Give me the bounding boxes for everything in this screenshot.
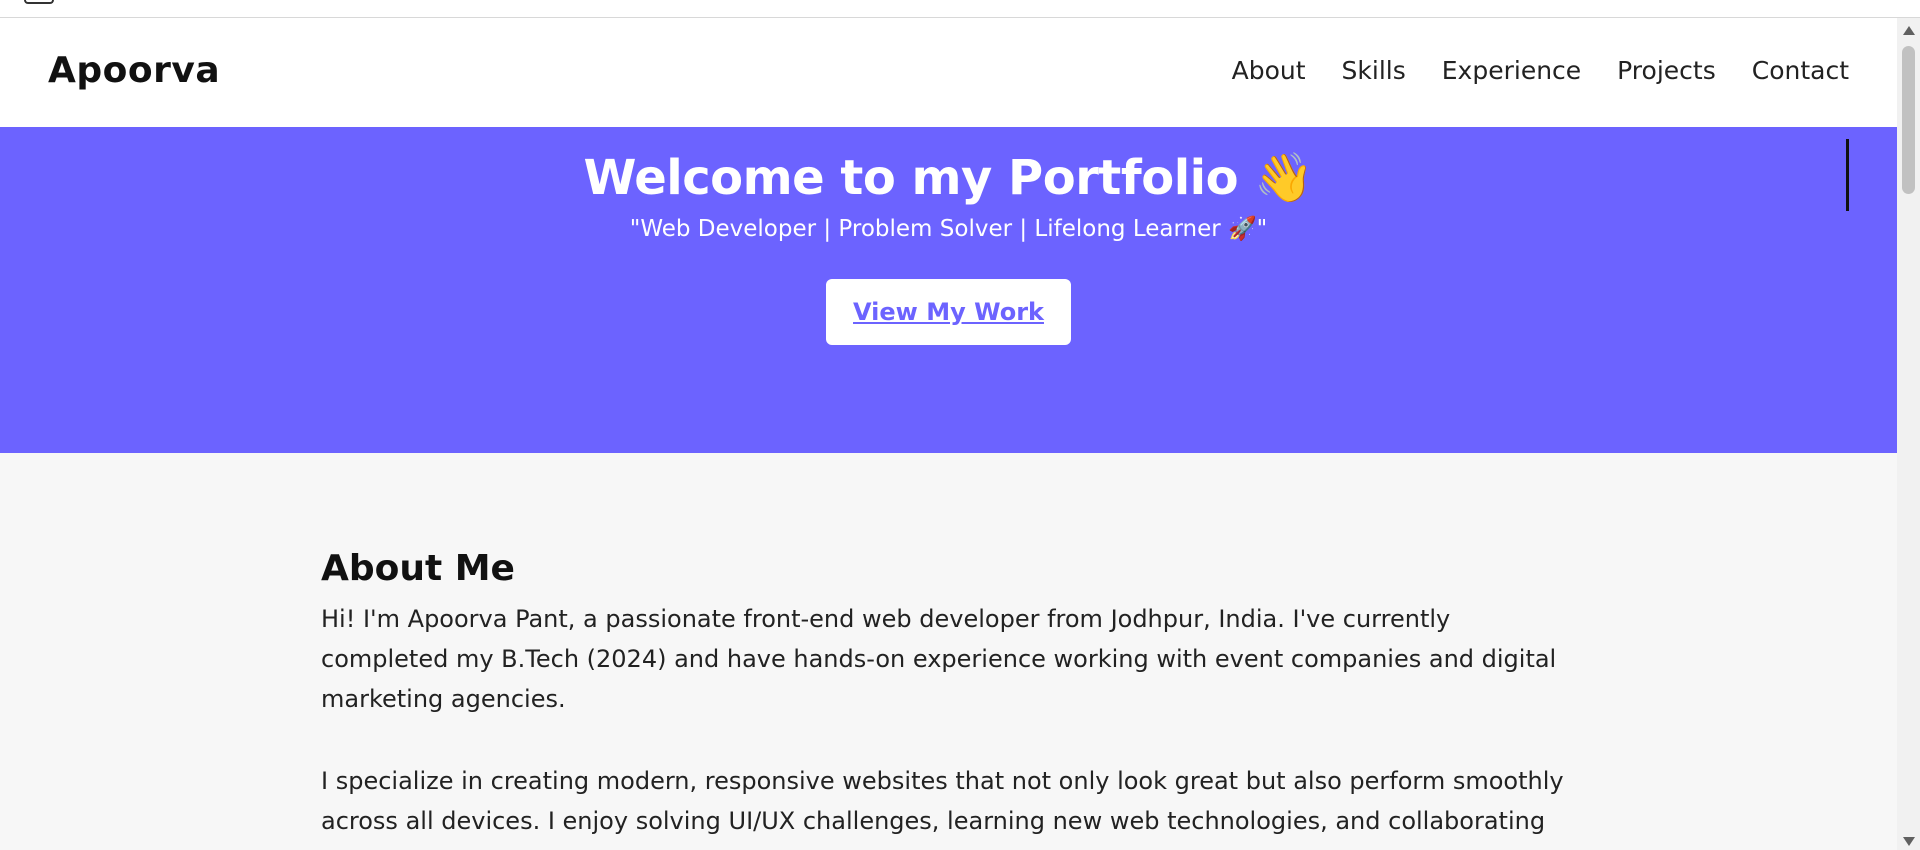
nav-link-experience[interactable]: Experience [1442,56,1581,85]
navbar: Apoorva About Skills Experience Projects… [0,18,1897,127]
portfolio-page: Apoorva About Skills Experience Projects… [0,0,1920,850]
arrow-down-icon[interactable] [1903,837,1915,846]
vertical-scrollbar[interactable] [1897,18,1920,850]
nav-links: About Skills Experience Projects Contact [1232,56,1849,85]
brand-logo-text[interactable]: Apoorva [48,50,220,91]
nav-link-about[interactable]: About [1232,56,1306,85]
about-paragraph-1: Hi! I'm Apoorva Pant, a passionate front… [321,605,1557,713]
hero-title: Welcome to my Portfolio 👋 [583,150,1314,206]
nav-link-projects[interactable]: Projects [1617,56,1716,85]
hero-subtitle: "Web Developer | Problem Solver | Lifelo… [629,216,1268,242]
view-my-work-button[interactable]: View My Work [826,279,1071,345]
about-heading: About Me [321,548,515,589]
nav-link-contact[interactable]: Contact [1752,56,1849,85]
browser-top-strip [0,0,1920,18]
about-section: About Me Hi! I'm Apoorva Pant, a passion… [321,548,1571,850]
arrow-up-icon[interactable] [1903,26,1915,35]
nav-link-skills[interactable]: Skills [1342,56,1406,85]
tab-edge [24,0,54,4]
hero-section: Welcome to my Portfolio 👋 "Web Developer… [0,127,1897,453]
scrollbar-thumb[interactable] [1902,46,1915,194]
text-cursor-caret [1846,139,1849,211]
about-paragraph-2: I specialize in creating modern, respons… [321,767,1564,835]
